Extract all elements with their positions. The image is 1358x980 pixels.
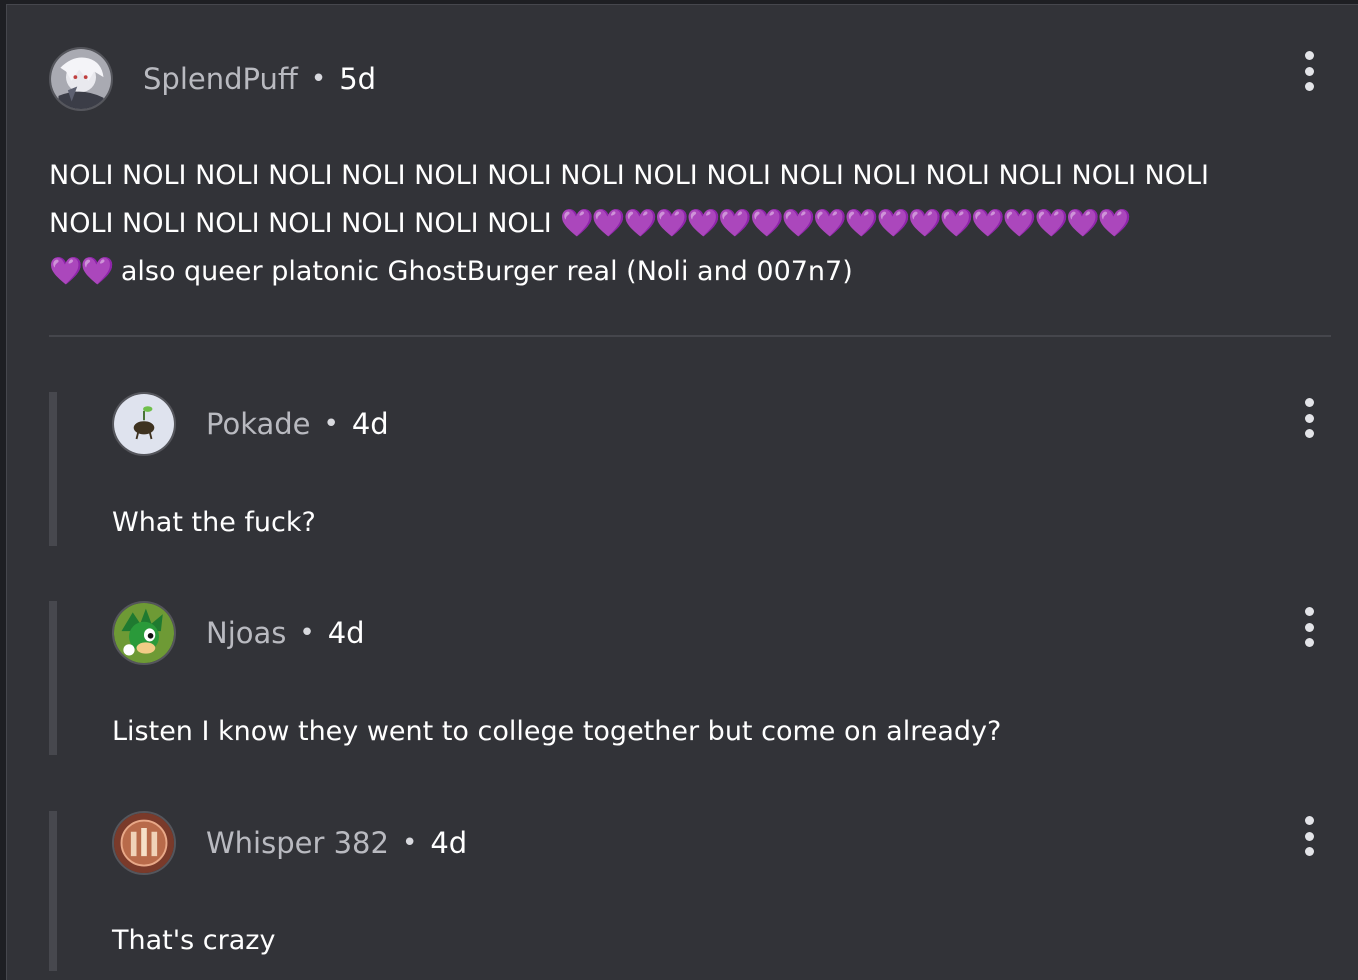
kebab-dot-icon <box>1304 429 1314 438</box>
post-header: SplendPuff • 5d <box>49 47 376 111</box>
separator-dot: • <box>299 618 315 648</box>
author-name[interactable]: Njoas <box>206 616 286 650</box>
avatar[interactable] <box>49 47 113 111</box>
more-options-button[interactable] <box>1297 607 1321 647</box>
avatar-image-icon <box>114 394 174 454</box>
reply-body: What the fuck? <box>112 507 316 538</box>
more-options-button[interactable] <box>1297 398 1321 438</box>
kebab-dot-icon <box>1304 82 1314 91</box>
separator-dot: • <box>310 64 327 94</box>
separator-dot: • <box>401 828 418 858</box>
reply-header: Pokade • 4d <box>112 392 389 456</box>
thread-line[interactable] <box>49 601 57 755</box>
purple-heart-icon: 💜💜 <box>49 256 114 287</box>
post-body: NOLI NOLI NOLI NOLI NOLI NOLI NOLI NOLI … <box>49 152 1339 296</box>
post-body-text: also queer platonic GhostBurger real (No… <box>112 256 853 287</box>
post-body-line: NOLI NOLI NOLI NOLI NOLI NOLI NOLI NOLI … <box>49 160 1210 191</box>
kebab-dot-icon <box>1304 398 1314 407</box>
kebab-dot-icon <box>1304 638 1314 647</box>
kebab-dot-icon <box>1304 816 1314 825</box>
post-body-line: 💜💜 also queer platonic GhostBurger real … <box>49 248 1339 296</box>
author-name[interactable]: Whisper 382 <box>206 826 389 860</box>
avatar[interactable] <box>112 811 176 875</box>
divider <box>49 335 1331 337</box>
avatar-image-icon <box>114 813 174 873</box>
kebab-dot-icon <box>1304 413 1314 423</box>
kebab-dot-icon <box>1304 622 1314 632</box>
kebab-dot-icon <box>1304 847 1314 856</box>
reply-header: Whisper 382 • 4d <box>112 811 467 875</box>
more-options-button[interactable] <box>1297 816 1321 856</box>
thread-line[interactable] <box>49 811 57 971</box>
author-name[interactable]: SplendPuff <box>143 62 298 96</box>
avatar[interactable] <box>112 392 176 456</box>
timestamp: 5d <box>339 62 377 96</box>
timestamp: 4d <box>327 616 365 650</box>
comments-panel: SplendPuff • 5d NOLI NOLI NOLI NOLI NOLI… <box>6 4 1358 980</box>
kebab-dot-icon <box>1304 66 1314 76</box>
timestamp: 4d <box>430 826 468 860</box>
purple-heart-icon: 💜💜💜💜💜💜💜💜💜💜💜💜💜💜💜💜💜💜 <box>560 208 1131 239</box>
reply-body: Listen I know they went to college toget… <box>112 716 1002 747</box>
reply-body: That's crazy <box>112 925 276 956</box>
timestamp: 4d <box>351 407 389 441</box>
author-name[interactable]: Pokade <box>206 407 311 441</box>
avatar-image-icon <box>114 603 174 663</box>
kebab-dot-icon <box>1304 51 1314 60</box>
separator-dot: • <box>323 409 339 439</box>
avatar[interactable] <box>112 601 176 665</box>
kebab-dot-icon <box>1304 607 1314 616</box>
kebab-dot-icon <box>1304 831 1314 841</box>
post-body-line: NOLI NOLI NOLI NOLI NOLI NOLI NOLI 💜💜💜💜💜… <box>49 200 1339 248</box>
more-options-button[interactable] <box>1297 51 1321 91</box>
post-body-text: NOLI NOLI NOLI NOLI NOLI NOLI NOLI <box>49 208 561 239</box>
avatar-image-icon <box>51 49 111 109</box>
reply-header: Njoas • 4d <box>112 601 365 665</box>
thread-line[interactable] <box>49 392 57 546</box>
